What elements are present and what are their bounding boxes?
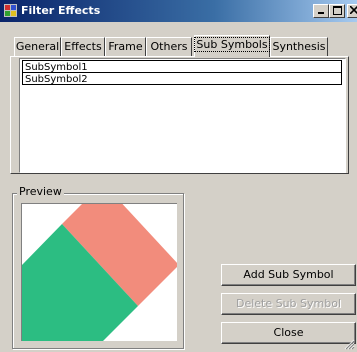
minimize-icon — [318, 12, 324, 14]
tab-label: Effects — [64, 40, 102, 53]
maximize-button[interactable] — [329, 4, 345, 18]
tab-sub-symbols[interactable]: Sub Symbols — [194, 35, 270, 57]
window-title: Filter Effects — [21, 4, 101, 17]
sub-symbol-list[interactable]: SubSymbol1 SubSymbol2 — [19, 58, 346, 173]
tab-label: General — [15, 40, 60, 53]
preview-canvas — [21, 203, 177, 341]
maximize-icon — [332, 6, 342, 15]
close-window-button[interactable] — [347, 4, 357, 18]
preview-symbol — [22, 204, 177, 341]
delete-sub-symbol-button[interactable]: Delete Sub Symbol — [221, 293, 356, 315]
list-item-subsymbol2[interactable]: SubSymbol2 — [22, 72, 342, 85]
close-icon — [350, 6, 357, 14]
tab-label: Frame — [108, 40, 143, 53]
tab-others[interactable]: Others — [146, 37, 192, 56]
filter-effects-window: Filter Effects General Effects Frame Oth… — [0, 0, 357, 352]
add-sub-symbol-button[interactable]: Add Sub Symbol — [221, 264, 356, 286]
tab-label: Synthesis — [272, 40, 326, 53]
preview-label: Preview — [17, 185, 64, 199]
tab-frame[interactable]: Frame — [105, 37, 146, 56]
tab-synthesis[interactable]: Synthesis — [270, 37, 328, 56]
resize-grip-icon[interactable] — [343, 338, 355, 350]
tab-label: Others — [150, 40, 188, 53]
close-button[interactable]: Close — [221, 322, 356, 344]
tab-label: Sub Symbols — [194, 37, 270, 52]
minimize-button[interactable] — [313, 4, 329, 18]
tab-general[interactable]: General — [14, 37, 61, 56]
title-bar[interactable]: Filter Effects — [0, 0, 357, 22]
app-icon — [4, 4, 17, 17]
tab-effects[interactable]: Effects — [61, 37, 105, 56]
